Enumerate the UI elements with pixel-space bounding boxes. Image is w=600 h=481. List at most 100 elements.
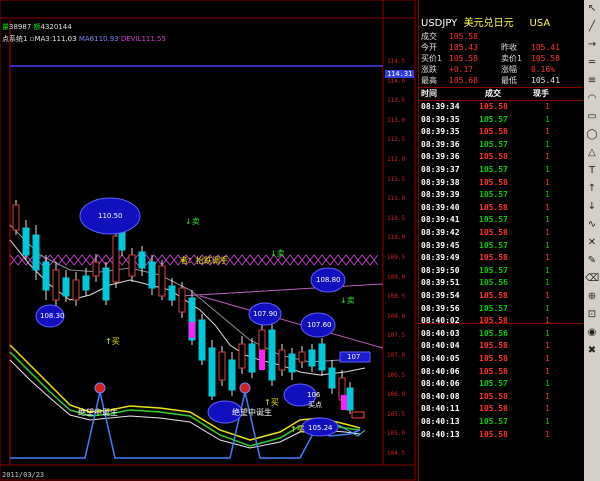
- tick-time: 08:40:02: [421, 316, 460, 326]
- cursor-icon[interactable]: ↖: [585, 2, 599, 16]
- candle-body: [42, 261, 50, 291]
- bubble-label-108-80: 108.80: [316, 276, 341, 284]
- candle-body: [102, 267, 110, 301]
- candle-body: [72, 279, 80, 301]
- candle-body: [168, 285, 176, 301]
- candle-body: [118, 231, 126, 251]
- candle-body: [268, 329, 276, 381]
- sell-signal-2: ↓卖: [270, 249, 285, 258]
- trend-text: 者：抬跌调手: [180, 256, 228, 265]
- pen-icon[interactable]: ✎: [585, 254, 599, 268]
- tick-row: 08:39:50 105.57 1: [419, 265, 583, 277]
- arrow-up-icon[interactable]: ↑: [585, 182, 599, 196]
- triangle-icon[interactable]: △: [585, 146, 599, 160]
- price-axis-label: 108.0: [387, 312, 406, 320]
- tick-time: 08:39:42: [421, 228, 460, 237]
- price-axis-label: 106.0: [387, 391, 406, 399]
- channel-icon[interactable]: ═: [585, 56, 599, 70]
- text-icon[interactable]: T: [585, 164, 599, 178]
- tick-time: 08:39:34: [421, 102, 460, 111]
- candle-body: [128, 254, 136, 277]
- quote-label: 最高: [421, 76, 437, 85]
- buy-point-label: 买点: [308, 401, 322, 409]
- price-axis-label: 105.5: [387, 410, 406, 418]
- peak-marker-right: [239, 382, 251, 394]
- ray-icon[interactable]: →: [585, 38, 599, 52]
- tick-volume: 1: [545, 152, 550, 162]
- candle-body: [112, 235, 120, 283]
- tick-volume: 1: [545, 177, 550, 187]
- magnet-icon[interactable]: ⊕: [585, 290, 599, 304]
- tick-time: 08:39:35: [421, 127, 460, 137]
- tick-price: 105.57: [479, 190, 508, 200]
- bubble-label-107-90: 107.90: [253, 310, 278, 318]
- tick-row: 08:39:41 105.57 1: [419, 214, 583, 226]
- candle-body: [278, 349, 286, 371]
- candle-body: [328, 367, 336, 389]
- candle-body: [208, 347, 216, 397]
- tick-row: 08:40:06 105.57 1: [419, 378, 583, 390]
- tick-time: 08:39:36: [421, 152, 460, 162]
- tick-row: 08:39:45 105.57 1: [419, 240, 583, 252]
- quote-row: 最高 105.68 最低 105.41: [419, 75, 581, 87]
- tick-row: 08:39:34 105.58 1: [419, 101, 583, 113]
- tick-price: 105.58: [479, 366, 508, 376]
- tick-volume: 1: [545, 190, 550, 200]
- price-chart[interactable]: 量38987 额4320144 点系统1 ▫MA3:111.03 MA6110.…: [0, 0, 416, 481]
- buy-signal-1: ↑买: [105, 337, 120, 346]
- volume-readout: 量38987 额4320144: [2, 23, 72, 31]
- tick-price: 105.57: [479, 417, 508, 426]
- line-icon[interactable]: ╱: [585, 20, 599, 34]
- wave-icon[interactable]: ∿: [585, 218, 599, 232]
- tick-price: 105.58: [479, 291, 508, 300]
- despair-label-left: 绝望中诞生: [78, 408, 118, 417]
- eraser-icon[interactable]: ⌫: [585, 272, 599, 286]
- peak-marker-left: [94, 382, 106, 394]
- tick-time: 08:39:39: [421, 190, 460, 200]
- tick-row: 08:39:54 105.58 1: [419, 290, 583, 302]
- rectangle-icon[interactable]: ▭: [585, 110, 599, 124]
- gann-icon[interactable]: ✕: [585, 236, 599, 250]
- tick-row: 08:40:13 105.58 1: [419, 429, 583, 441]
- tick-time: 08:39:54: [421, 291, 460, 300]
- candle-body: [178, 287, 186, 313]
- buy-signal-3: ↑买: [290, 425, 305, 434]
- candle-body: [62, 277, 70, 297]
- tick-volume: 1: [545, 404, 550, 414]
- sell-signal-3: ↓卖: [340, 296, 355, 305]
- arc-icon[interactable]: ◠: [585, 92, 599, 106]
- price-axis-label: 114.0: [387, 77, 406, 85]
- tick-time: 08:40:04: [421, 341, 460, 351]
- candle-body: [288, 353, 296, 373]
- eye-icon[interactable]: ◉: [585, 326, 599, 340]
- signal-bar: [341, 395, 347, 410]
- ellipse-icon[interactable]: ◯: [585, 128, 599, 142]
- tick-row: 08:39:39 105.57 1: [419, 189, 583, 201]
- price-axis-label: 113.0: [387, 116, 406, 124]
- price-axis-label: 110.5: [387, 214, 406, 222]
- arrow-down-icon[interactable]: ↓: [585, 200, 599, 214]
- tick-price: 105.58: [479, 404, 508, 414]
- tick-row: 08:40:02 105.58 1: [419, 315, 583, 327]
- col-time: 时间: [421, 89, 437, 98]
- candle-body: [238, 343, 246, 369]
- tick-price: 105.57: [479, 114, 508, 124]
- tick-row: 08:39:40 105.58 1: [419, 202, 583, 214]
- bubble-label-108-30: 108.30: [40, 312, 65, 320]
- candle-body: [308, 349, 316, 367]
- tick-volume: 1: [545, 253, 550, 263]
- lock-icon[interactable]: ⊡: [585, 308, 599, 322]
- tick-row: 08:39:49 105.58 1: [419, 252, 583, 264]
- candle-body: [138, 251, 146, 269]
- tick-price: 105.57: [479, 379, 508, 389]
- tick-volume: 1: [545, 139, 550, 149]
- candle-body: [228, 359, 236, 391]
- candle-body: [148, 261, 156, 289]
- candle-body: [218, 351, 226, 381]
- candle-body: [92, 261, 100, 277]
- delete-icon[interactable]: ✖: [585, 344, 599, 358]
- tick-volume: 1: [545, 114, 550, 124]
- tick-price: 105.57: [479, 165, 508, 174]
- fibonacci-icon[interactable]: ≡: [585, 74, 599, 88]
- candle-body: [346, 387, 354, 411]
